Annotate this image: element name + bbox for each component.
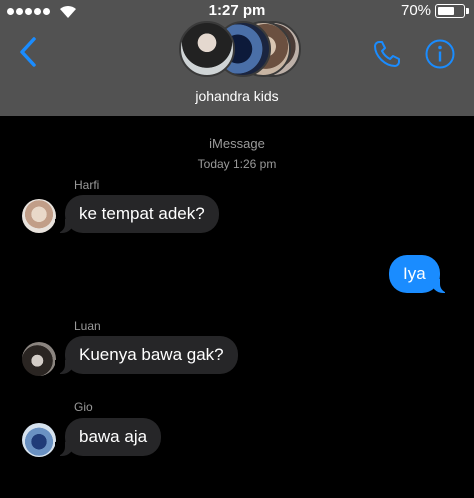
- messages-screen: 1:27 pm 70% johandra kids iMessage Today…: [0, 0, 474, 498]
- battery-percent: 70%: [401, 2, 432, 19]
- conversation-header: 1:27 pm 70% johandra kids: [0, 0, 474, 116]
- sender-name: Gio: [74, 400, 93, 414]
- chevron-left-icon: [20, 37, 36, 67]
- group-name[interactable]: johandra kids: [0, 88, 474, 104]
- battery-tip: [466, 8, 469, 14]
- incoming-message-bubble[interactable]: bawa aja: [54, 418, 162, 456]
- service-label: iMessage: [209, 136, 265, 151]
- back-button[interactable]: [14, 35, 44, 69]
- outgoing-message-bubble[interactable]: Iya: [389, 255, 450, 293]
- group-member-avatar: [179, 21, 235, 77]
- avatar[interactable]: [22, 199, 56, 233]
- battery-level: [437, 6, 455, 15]
- avatar[interactable]: [22, 342, 56, 376]
- call-button[interactable]: [371, 38, 403, 70]
- info-icon: [425, 39, 455, 69]
- info-button[interactable]: [424, 38, 456, 70]
- group-avatars[interactable]: [179, 21, 301, 79]
- incoming-message-bubble[interactable]: Kuenya bawa gak?: [55, 336, 238, 374]
- sender-name: Luan: [74, 319, 101, 333]
- conversation-timestamp: Today 1:26 pm: [197, 157, 277, 171]
- avatar[interactable]: [22, 423, 56, 457]
- incoming-message-bubble[interactable]: ke tempat adek?: [55, 195, 219, 233]
- battery-icon: [435, 4, 465, 18]
- phone-icon: [374, 41, 400, 67]
- sender-name: Harfi: [74, 178, 100, 192]
